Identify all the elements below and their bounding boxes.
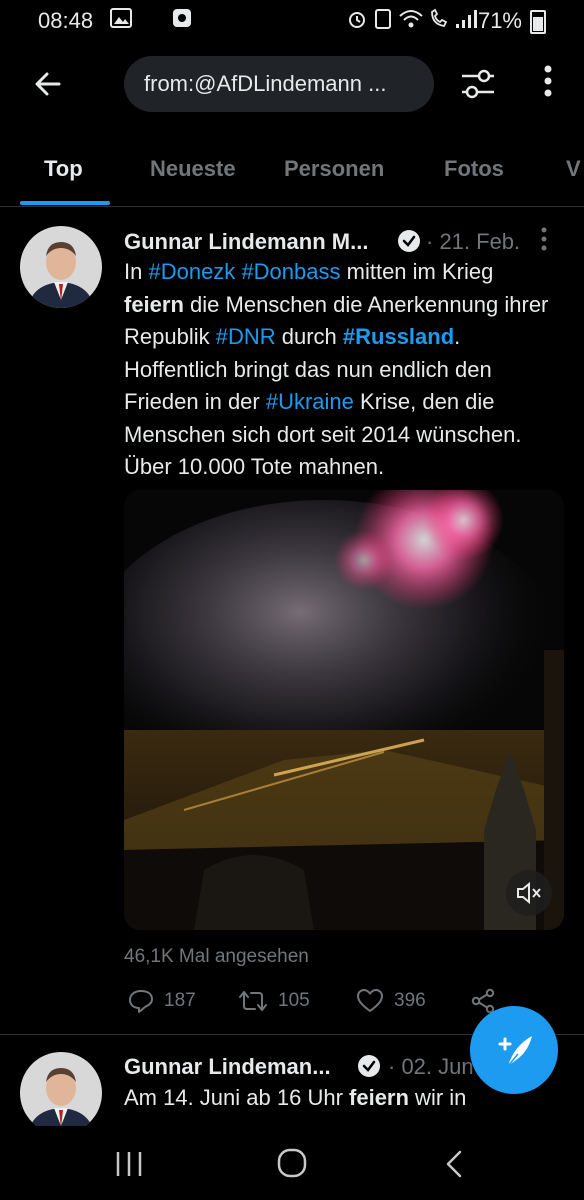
hashtag-link[interactable]: #Russland	[343, 324, 454, 349]
retweet-icon	[239, 991, 267, 1011]
hashtag-link[interactable]: #DNR	[216, 324, 276, 349]
bold-text: feiern	[124, 291, 184, 317]
like-count: 396	[394, 990, 426, 1011]
bold-text: feiern	[349, 1085, 409, 1110]
text: Am 14. Juni ab 16 Uhr	[124, 1085, 350, 1110]
tweet-author-name[interactable]: Gunnar Lindeman...	[124, 1054, 331, 1080]
text: durch	[275, 324, 343, 349]
tab-neueste[interactable]: Neueste	[150, 156, 236, 182]
text: In	[124, 259, 149, 284]
avatar[interactable]	[20, 226, 102, 308]
hashtag-link[interactable]: #Donbass	[241, 259, 340, 284]
signal-icon	[454, 8, 478, 36]
avatar[interactable]	[20, 1052, 102, 1134]
retweet-button[interactable]: 105	[238, 984, 310, 1018]
hashtag-link[interactable]: #Ukraine	[266, 389, 354, 414]
compose-tweet-button[interactable]	[470, 1006, 558, 1094]
reply-icon	[129, 990, 153, 1013]
tweet-more-icon[interactable]	[540, 226, 548, 258]
search-query-text: from:@AfDLindemann ...	[144, 71, 387, 96]
tweet-date: · 02. Jun	[388, 1054, 474, 1079]
text: mitten im Krieg	[340, 259, 494, 284]
text: wir in	[408, 1085, 467, 1110]
app-notification-icon	[172, 8, 192, 34]
like-button[interactable]: 396	[356, 984, 426, 1018]
tweet-video[interactable]	[124, 490, 564, 930]
back-arrow-icon[interactable]	[26, 62, 70, 106]
data-saver-icon	[374, 8, 392, 36]
mute-toggle-icon[interactable]	[506, 870, 552, 916]
verified-badge-icon	[398, 230, 420, 252]
battery-icon	[530, 10, 546, 34]
status-time: 08:48	[38, 8, 94, 33]
alarm-icon	[346, 8, 368, 36]
search-filter-icon[interactable]	[458, 64, 502, 104]
wifi-icon	[398, 8, 424, 36]
heart-icon	[357, 989, 383, 1012]
search-field[interactable]: from:@AfDLindemann ...	[124, 56, 434, 112]
compose-feather-icon	[498, 1036, 532, 1067]
active-tab-indicator	[20, 201, 110, 205]
system-back-icon[interactable]	[430, 1144, 480, 1184]
reply-count: 187	[164, 990, 196, 1011]
retweet-count: 105	[278, 990, 310, 1011]
status-bar: 08:48 71%	[0, 0, 584, 40]
search-tabs: Top Neueste Personen Fotos V	[0, 140, 584, 207]
gallery-icon	[110, 8, 132, 34]
wifi-call-icon	[428, 8, 450, 36]
system-navigation-bar	[0, 1126, 584, 1200]
tweet-text: In #Donezk #Donbass mitten im Krieg feie…	[124, 256, 554, 484]
tweet-date: · 21. Feb.	[426, 229, 521, 254]
tab-videos[interactable]: V	[566, 156, 581, 182]
verified-badge-icon	[358, 1055, 380, 1077]
reply-button[interactable]: 187	[128, 984, 196, 1018]
home-icon[interactable]	[267, 1144, 317, 1184]
view-count: 46,1K Mal angesehen	[124, 946, 309, 967]
tab-fotos[interactable]: Fotos	[444, 156, 504, 182]
top-bar: from:@AfDLindemann ...	[0, 50, 584, 120]
recent-apps-icon[interactable]	[104, 1144, 154, 1184]
tab-personen[interactable]: Personen	[284, 156, 384, 182]
battery-percentage: 71%	[477, 8, 522, 33]
tweet-author-name[interactable]: Gunnar Lindemann M...	[124, 229, 368, 255]
hashtag-link[interactable]: #Donezk	[148, 259, 235, 284]
overflow-menu-icon[interactable]	[530, 64, 566, 104]
tab-top[interactable]: Top	[44, 156, 83, 182]
